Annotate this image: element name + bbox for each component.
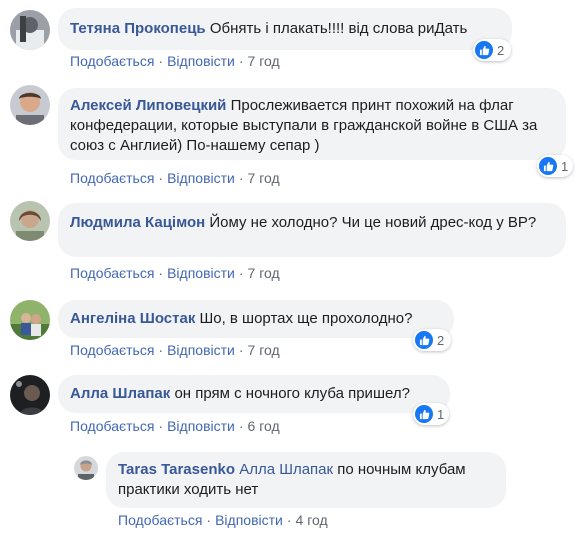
- comment-actions: Подобається · Відповісти · 7 год: [70, 265, 280, 281]
- comment-bubble: Тетяна Прокопець Обнять і плакать!!!! ві…: [58, 8, 512, 50]
- avatar[interactable]: [10, 85, 50, 125]
- reply-link[interactable]: Відповісти: [167, 170, 235, 186]
- separator: ·: [158, 53, 164, 69]
- comment-time[interactable]: 7 год: [248, 170, 280, 186]
- thumbs-up-icon: [415, 405, 433, 423]
- comment-bubble: Людмила Кацімон Йому не холодно? Чи це н…: [58, 203, 566, 257]
- comment-bubble: Taras Tarasenko Алла Шлапак по ночным кл…: [106, 452, 506, 508]
- separator: ·: [238, 170, 244, 186]
- like-link[interactable]: Подобається: [118, 512, 202, 528]
- like-link[interactable]: Подобається: [70, 170, 154, 186]
- separator: ·: [158, 342, 164, 358]
- comment-author[interactable]: Алексей Липовецкий: [70, 97, 226, 114]
- comment-actions: Подобається · Відповісти · 7 год: [70, 342, 280, 358]
- comment-bubble: Алексей Липовецкий Прослеживается принт …: [58, 88, 566, 160]
- like-link[interactable]: Подобається: [70, 342, 154, 358]
- separator: ·: [238, 265, 244, 281]
- reaction-count-value: 2: [497, 42, 505, 58]
- avatar[interactable]: [10, 300, 50, 340]
- separator: ·: [238, 53, 244, 69]
- reply-link[interactable]: Відповісти: [215, 512, 283, 528]
- comment-author[interactable]: Алла Шлапак: [70, 385, 170, 402]
- comment-time[interactable]: 7 год: [248, 265, 280, 281]
- comment-text: он прям с ночного клуба пришел?: [174, 385, 410, 402]
- reply-link[interactable]: Відповісти: [167, 418, 235, 434]
- reaction-count[interactable]: 2: [473, 39, 511, 61]
- comment-author[interactable]: Людмила Кацімон: [70, 214, 205, 231]
- thumbs-up-icon: [539, 157, 557, 175]
- like-link[interactable]: Подобається: [70, 418, 154, 434]
- mention-link[interactable]: Алла Шлапак: [239, 461, 333, 478]
- comment-actions: Подобається · Відповісти · 7 год: [70, 53, 280, 69]
- separator: ·: [238, 418, 244, 434]
- reply-link[interactable]: Відповісти: [167, 53, 235, 69]
- reaction-count-value: 2: [437, 332, 445, 348]
- comment-time[interactable]: 6 год: [248, 418, 280, 434]
- reaction-count[interactable]: 1: [413, 403, 449, 425]
- separator: ·: [158, 418, 164, 434]
- reaction-count[interactable]: 1: [537, 155, 573, 177]
- comment-time[interactable]: 4 год: [296, 512, 328, 528]
- comment-author[interactable]: Ангеліна Шостак: [70, 310, 195, 327]
- avatar[interactable]: [10, 201, 50, 241]
- avatar[interactable]: [10, 10, 50, 50]
- separator: ·: [206, 512, 212, 528]
- reaction-count-value: 1: [437, 406, 445, 422]
- avatar[interactable]: [74, 456, 98, 480]
- separator: ·: [158, 265, 164, 281]
- comment-text: Обнять і плакать!!!! від слова риДать: [209, 20, 468, 37]
- avatar[interactable]: [10, 375, 50, 415]
- reaction-count-value: 1: [561, 158, 569, 174]
- comment-bubble: Ангеліна Шостак Шо, в шортах ще прохолод…: [58, 300, 454, 338]
- separator: ·: [158, 170, 164, 186]
- reply-link[interactable]: Відповісти: [167, 342, 235, 358]
- comment-time[interactable]: 7 год: [248, 53, 280, 69]
- comment-bubble: Алла Шлапак он прям с ночного клуба приш…: [58, 375, 450, 413]
- comment-time[interactable]: 7 год: [248, 342, 280, 358]
- comment-text: Шо, в шортах ще прохолодно?: [199, 310, 413, 327]
- like-link[interactable]: Подобається: [70, 265, 154, 281]
- like-link[interactable]: Подобається: [70, 53, 154, 69]
- separator: ·: [238, 342, 244, 358]
- thumbs-up-icon: [475, 41, 493, 59]
- comment-text: Йому не холодно? Чи це новий дрес-код у …: [209, 214, 537, 231]
- thumbs-up-icon: [415, 331, 433, 349]
- comment-actions: Подобається · Відповісти · 4 год: [118, 512, 328, 528]
- comment-actions: Подобається · Відповісти · 6 год: [70, 418, 280, 434]
- separator: ·: [286, 512, 292, 528]
- reaction-count[interactable]: 2: [413, 329, 451, 351]
- comment-author[interactable]: Тетяна Прокопець: [70, 20, 206, 37]
- comment-actions: Подобається · Відповісти · 7 год: [70, 170, 280, 186]
- comment-author[interactable]: Taras Tarasenko: [118, 461, 235, 478]
- reply-link[interactable]: Відповісти: [167, 265, 235, 281]
